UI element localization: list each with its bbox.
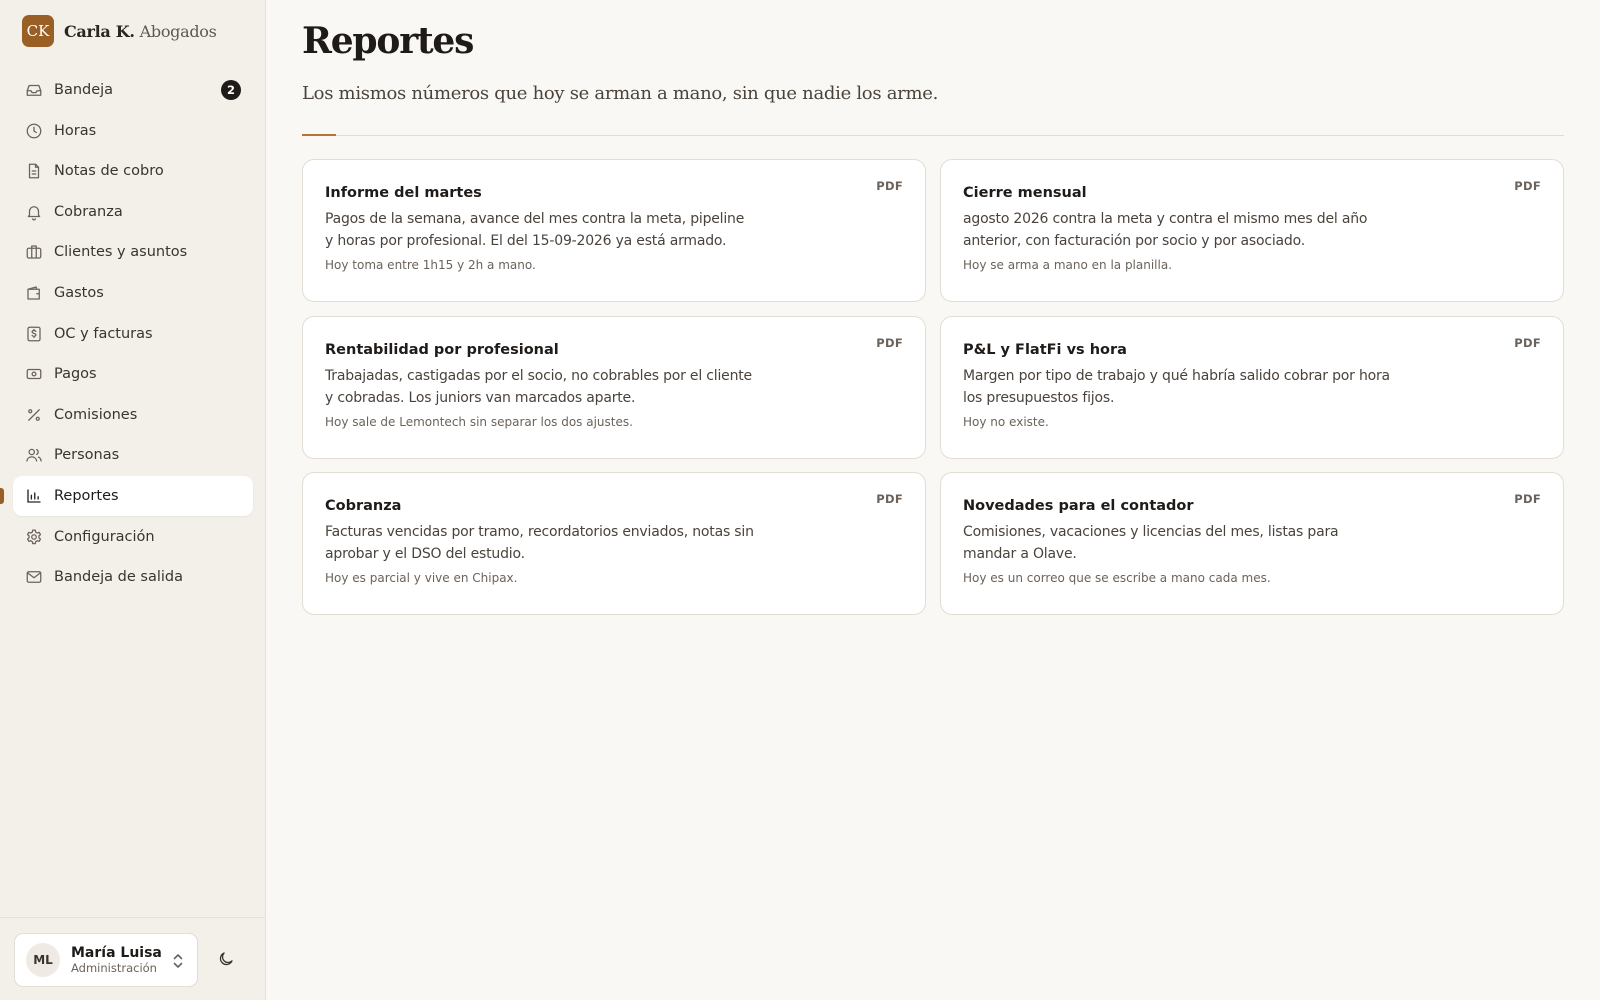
sidebar-item-personas[interactable]: Personas bbox=[13, 435, 253, 475]
sidebar-nav: Bandeja 2 Horas Notas de cobro Cobranza bbox=[0, 70, 253, 598]
sidebar-item-label: Notas de cobro bbox=[54, 163, 164, 180]
sidebar-item-configuracion[interactable]: Configuración bbox=[13, 517, 253, 557]
pdf-download-link[interactable]: PDF bbox=[876, 336, 903, 350]
sidebar-item-label: Configuración bbox=[54, 528, 155, 545]
sidebar-item-label: Reportes bbox=[54, 487, 119, 504]
sidebar-item-label: OC y facturas bbox=[54, 325, 153, 342]
mail-icon bbox=[25, 568, 43, 586]
sidebar-item-bandeja[interactable]: Bandeja 2 bbox=[13, 70, 253, 110]
report-note: Hoy no existe. bbox=[963, 415, 1049, 429]
user-role: Administración bbox=[71, 960, 157, 975]
document-icon bbox=[25, 162, 43, 180]
dollar-receipt-icon bbox=[25, 325, 43, 343]
report-description: Pagos de la semana, avance del mes contr… bbox=[325, 211, 745, 249]
report-title: P&L y FlatFi vs hora bbox=[963, 342, 1127, 358]
report-note: Hoy es un correo que se escribe a mano c… bbox=[963, 571, 1271, 585]
sidebar-item-notas-de-cobro[interactable]: Notas de cobro bbox=[13, 151, 253, 191]
divider bbox=[302, 135, 1564, 136]
brand-suffix: Abogados bbox=[139, 21, 217, 41]
report-note: Hoy es parcial y vive en Chipax. bbox=[325, 571, 518, 585]
moon-icon bbox=[217, 950, 235, 972]
sidebar-footer: ML María Luisa Administración bbox=[0, 917, 266, 1000]
users-icon bbox=[25, 446, 43, 464]
report-note: Hoy toma entre 1h15 y 2h a mano. bbox=[325, 258, 536, 272]
report-description: Margen por tipo de trabajo y qué habría … bbox=[963, 368, 1390, 406]
sidebar-item-bandeja-de-salida[interactable]: Bandeja de salida bbox=[13, 557, 253, 597]
clock-icon bbox=[25, 122, 43, 140]
banknote-icon bbox=[25, 365, 43, 383]
report-card-cobranza[interactable]: Cobranza Facturas vencidas por tramo, re… bbox=[302, 472, 926, 615]
report-card-cierre-mensual[interactable]: Cierre mensual agosto 2026 contra la met… bbox=[940, 159, 1564, 302]
sidebar-item-oc-y-facturas[interactable]: OC y facturas bbox=[13, 314, 253, 354]
pdf-download-link[interactable]: PDF bbox=[1514, 336, 1541, 350]
chevron-up-down-icon bbox=[171, 952, 185, 974]
sidebar: CK Carla K. Abogados Bandeja 2 Horas Not… bbox=[0, 0, 266, 1000]
sidebar-item-label: Pagos bbox=[54, 366, 97, 383]
report-card-pl-flatfi-vs-hora[interactable]: P&L y FlatFi vs hora Margen por tipo de … bbox=[940, 316, 1564, 459]
report-card-informe-del-martes[interactable]: Informe del martes Pagos de la semana, a… bbox=[302, 159, 926, 302]
report-note: Hoy se arma a mano en la planilla. bbox=[963, 258, 1173, 272]
report-note: Hoy sale de Lemontech sin separar los do… bbox=[325, 415, 633, 429]
report-card-rentabilidad-por-profesional[interactable]: Rentabilidad por profesional Trabajadas,… bbox=[302, 316, 926, 459]
page-subtitle: Los mismos números que hoy se arman a ma… bbox=[302, 83, 938, 104]
pdf-download-link[interactable]: PDF bbox=[876, 179, 903, 193]
user-name: María Luisa bbox=[71, 944, 162, 961]
brand-logo: CK bbox=[22, 15, 54, 47]
report-description: Comisiones, vacaciones y licencias del m… bbox=[963, 524, 1339, 562]
sidebar-item-label: Gastos bbox=[54, 284, 104, 301]
report-title: Rentabilidad por profesional bbox=[325, 342, 559, 358]
brand[interactable]: CK Carla K. Abogados bbox=[22, 15, 217, 47]
brand-name: Carla K. bbox=[64, 21, 135, 41]
sidebar-item-cobranza[interactable]: Cobranza bbox=[13, 192, 253, 232]
bar-chart-icon bbox=[25, 487, 43, 505]
report-title: Cobranza bbox=[325, 498, 402, 514]
percent-icon bbox=[25, 406, 43, 424]
user-switcher[interactable]: ML María Luisa Administración bbox=[14, 933, 198, 987]
sidebar-item-pagos[interactable]: Pagos bbox=[13, 354, 253, 394]
report-title: Cierre mensual bbox=[963, 185, 1087, 201]
report-title: Informe del martes bbox=[325, 185, 482, 201]
sidebar-item-horas[interactable]: Horas bbox=[13, 111, 253, 151]
sidebar-item-label: Bandeja de salida bbox=[54, 569, 183, 586]
page-title: Reportes bbox=[302, 20, 474, 62]
user-info: María Luisa Administración bbox=[71, 945, 162, 976]
pdf-download-link[interactable]: PDF bbox=[1514, 179, 1541, 193]
report-description: Facturas vencidas por tramo, recordatori… bbox=[325, 524, 754, 562]
sidebar-item-label: Horas bbox=[54, 122, 97, 139]
sidebar-item-label: Clientes y asuntos bbox=[54, 244, 188, 261]
sidebar-item-label: Personas bbox=[54, 447, 120, 464]
sidebar-item-comisiones[interactable]: Comisiones bbox=[13, 395, 253, 435]
active-indicator bbox=[0, 487, 4, 504]
report-title: Novedades para el contador bbox=[963, 498, 1194, 514]
avatar: ML bbox=[26, 943, 60, 977]
report-description: Trabajadas, castigadas por el socio, no … bbox=[325, 368, 752, 406]
bell-icon bbox=[25, 203, 43, 221]
sidebar-item-reportes[interactable]: Reportes bbox=[0, 475, 253, 516]
sidebar-item-clientes-y-asuntos[interactable]: Clientes y asuntos bbox=[13, 232, 253, 272]
sidebar-item-label: Bandeja bbox=[54, 82, 114, 98]
wallet-icon bbox=[25, 284, 43, 302]
pdf-download-link[interactable]: PDF bbox=[1514, 492, 1541, 506]
gear-icon bbox=[25, 528, 43, 546]
report-card-novedades-para-el-contador[interactable]: Novedades para el contador Comisiones, v… bbox=[940, 472, 1564, 615]
report-description: agosto 2026 contra la meta y contra el m… bbox=[963, 211, 1368, 249]
sidebar-item-label: Comisiones bbox=[54, 406, 138, 423]
sidebar-item-label: Cobranza bbox=[54, 203, 123, 220]
briefcase-icon bbox=[25, 243, 43, 261]
divider-accent bbox=[302, 134, 336, 136]
inbox-icon bbox=[25, 81, 43, 99]
pdf-download-link[interactable]: PDF bbox=[876, 492, 903, 506]
theme-toggle-button[interactable] bbox=[214, 949, 238, 973]
sidebar-item-gastos[interactable]: Gastos bbox=[13, 273, 253, 313]
unread-count-badge: 2 bbox=[221, 80, 241, 100]
